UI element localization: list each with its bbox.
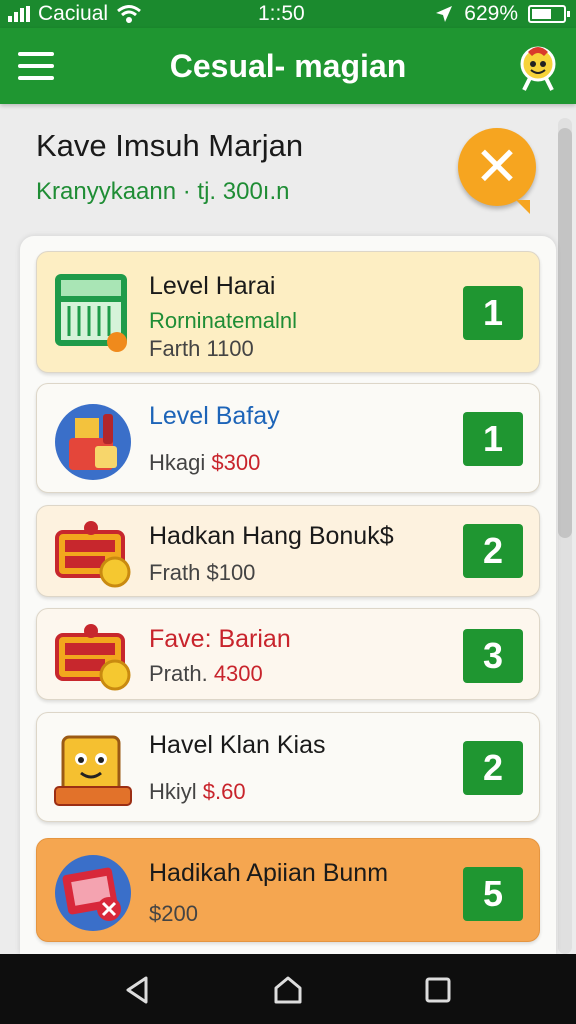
level-meta: Hkiyl $.60 bbox=[149, 779, 246, 805]
level-title: Hadikah Apiian Bunm bbox=[149, 859, 389, 887]
level-title: Hadkan Hang Bonuk$ bbox=[149, 522, 394, 550]
ticket-card-icon bbox=[55, 855, 131, 931]
meta-amount: 4300 bbox=[213, 661, 263, 686]
meta-amount: $.60 bbox=[202, 779, 246, 804]
close-button[interactable]: ✕ bbox=[458, 128, 536, 214]
status-bar: Caciual 1::50 629% bbox=[0, 0, 576, 28]
scrollbar-thumb[interactable] bbox=[558, 128, 572, 538]
level-badge: 1 bbox=[463, 412, 523, 466]
app-header: Cesual- magian bbox=[0, 28, 576, 104]
level-badge: 3 bbox=[463, 629, 523, 683]
level-card-1[interactable]: Level Harai Rorninatemalnl Farth 1100 1 bbox=[36, 251, 540, 373]
level-badge: 1 bbox=[463, 286, 523, 340]
level-meta: Hkagi $300 bbox=[149, 450, 260, 476]
level-card-2[interactable]: Level Bafay Hkagi $300 1 bbox=[36, 383, 540, 493]
level-meta: Prath. 4300 bbox=[149, 661, 263, 687]
meta-label: Farth bbox=[149, 336, 207, 361]
shopping-basket-icon bbox=[55, 404, 131, 480]
meta-amount: $200 bbox=[149, 901, 198, 926]
level-card-6[interactable]: Hadikah Apiian Bunm $200 5 bbox=[36, 838, 540, 942]
home-icon[interactable] bbox=[272, 974, 304, 1006]
meta-label: Frath bbox=[149, 560, 207, 585]
close-icon: ✕ bbox=[474, 137, 520, 197]
level-card-5[interactable]: Havel Klan Kias Hkiyl $.60 2 bbox=[36, 712, 540, 822]
battery-level bbox=[532, 9, 551, 19]
clock: 1::50 bbox=[258, 2, 305, 25]
meta-amount: $100 bbox=[206, 560, 256, 585]
location-arrow-icon bbox=[436, 6, 453, 22]
app-title: Cesual- magian bbox=[169, 48, 407, 84]
meta-label: Hkiyl bbox=[149, 779, 203, 804]
battery-percent: 629% bbox=[464, 2, 518, 25]
level-meta: Farth 1100 bbox=[149, 336, 254, 362]
level-badge: 2 bbox=[463, 741, 523, 795]
level-card-4[interactable]: Fave: Barian Prath. 4300 3 bbox=[36, 608, 540, 700]
wifi-icon bbox=[117, 5, 141, 23]
meta-label: Prath. bbox=[149, 661, 214, 686]
battery-icon bbox=[528, 5, 570, 23]
cash-register-icon bbox=[55, 274, 127, 352]
promo-subtitle: Kranyykaann · tj. 300ı.n bbox=[36, 178, 290, 205]
carrier-name: Caciual bbox=[38, 2, 109, 25]
level-meta: Frath $100 bbox=[149, 560, 255, 586]
signal-icon bbox=[8, 6, 30, 22]
mascot-icon[interactable] bbox=[514, 42, 562, 92]
level-card-3[interactable]: Hadkan Hang Bonuk$ Frath $100 2 bbox=[36, 505, 540, 597]
level-title: Fave: Barian bbox=[149, 625, 291, 653]
back-icon[interactable] bbox=[122, 974, 154, 1006]
system-nav-bar bbox=[0, 954, 576, 1024]
meta-amount: $300 bbox=[211, 450, 261, 475]
promo-title: Kave Imsuh Marjan bbox=[36, 128, 304, 163]
recents-icon[interactable] bbox=[422, 974, 454, 1006]
level-title: Level Bafay bbox=[149, 402, 280, 430]
meta-amount: 1100 bbox=[206, 336, 254, 361]
meta-label: Hkagi bbox=[149, 450, 212, 475]
level-meta: $200 bbox=[149, 901, 198, 927]
bonus-sign-icon bbox=[55, 624, 131, 691]
level-badge: 5 bbox=[463, 867, 523, 921]
level-title: Level Harai bbox=[149, 272, 276, 300]
level-title: Havel Klan Kias bbox=[149, 731, 326, 759]
level-badge: 2 bbox=[463, 524, 523, 578]
box-character-icon bbox=[54, 735, 132, 806]
bonus-sign-icon bbox=[55, 521, 131, 588]
level-subtitle: Rorninatemalnl bbox=[149, 308, 297, 333]
